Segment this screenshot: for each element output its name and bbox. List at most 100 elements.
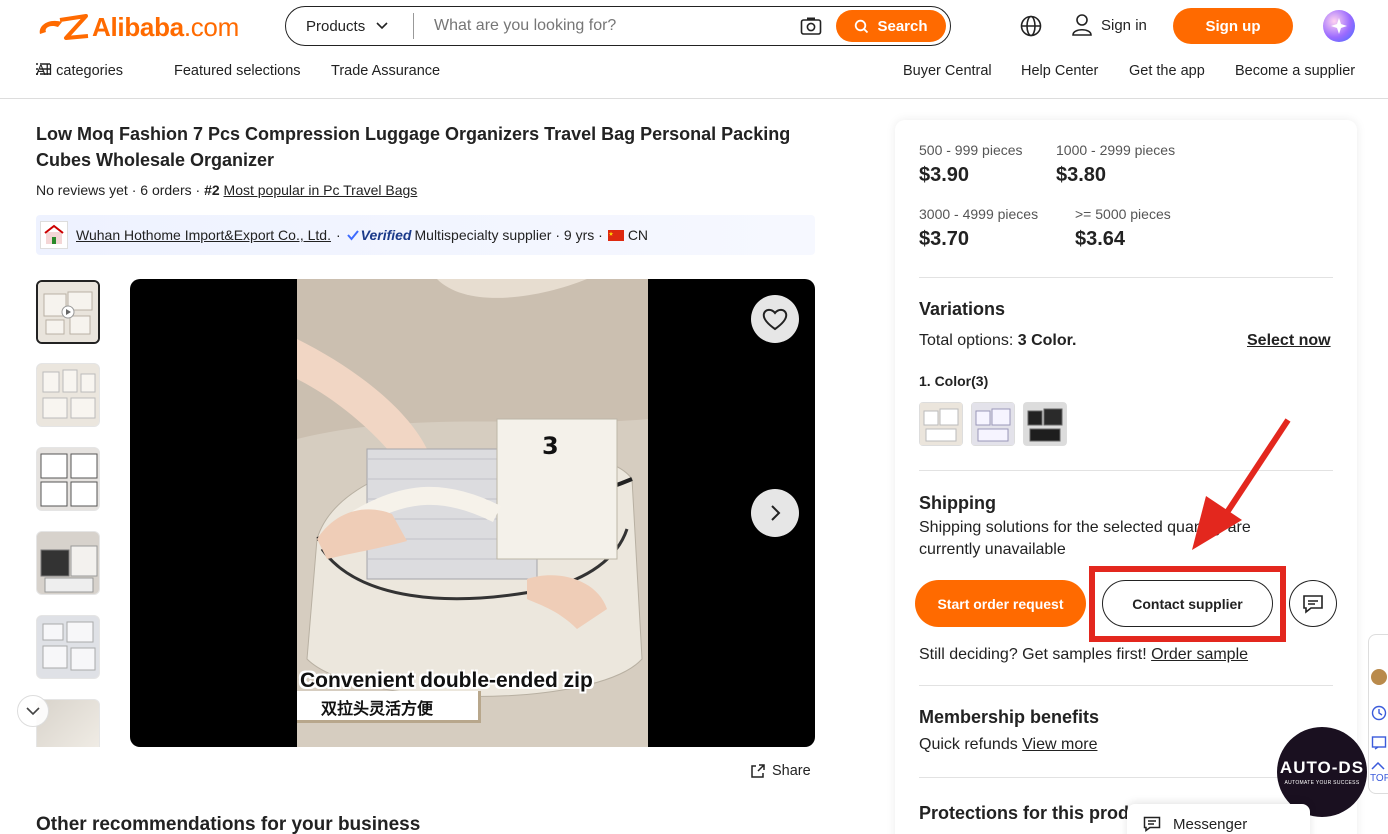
nav-become-supplier[interactable]: Become a supplier	[1235, 63, 1355, 79]
search-input[interactable]	[434, 11, 800, 41]
chevron-up-icon	[1371, 761, 1385, 770]
message-icon	[1143, 816, 1161, 832]
globe-icon[interactable]	[1019, 14, 1043, 38]
sub-navigation: All categories Featured selections Trade…	[0, 63, 1388, 83]
variations-heading: Variations	[919, 299, 1006, 319]
media-viewer[interactable]: 3 Convenient double-ended zip 双拉头灵活方便	[130, 279, 815, 747]
search-bar: Products Search	[285, 6, 951, 46]
heart-icon	[762, 308, 788, 331]
price-tier: >= 5000 pieces $3.64	[1075, 206, 1171, 251]
price-tier-range: 3000 - 4999 pieces	[919, 206, 1039, 222]
svg-text:3: 3	[542, 432, 559, 460]
favorite-button[interactable]	[751, 295, 799, 343]
rank-badge: #2	[204, 182, 220, 198]
ai-assistant-icon[interactable]	[1323, 10, 1355, 42]
supplier-years: 9 yrs	[563, 227, 595, 243]
reviews-count: No reviews yet	[36, 182, 128, 198]
messenger-label: Messenger	[1173, 815, 1248, 833]
chat-button[interactable]	[1289, 580, 1337, 627]
shipping-heading: Shipping	[919, 493, 996, 513]
alibaba-logo-icon	[39, 14, 89, 40]
thumbnail-4[interactable]	[36, 531, 100, 595]
nav-get-the-app[interactable]: Get the app	[1129, 63, 1205, 79]
sign-in-label: Sign in	[1101, 16, 1147, 34]
history-icon[interactable]	[1371, 705, 1387, 721]
search-category-label: Products	[306, 17, 366, 35]
price-tier: 500 - 999 pieces $3.90	[919, 142, 1023, 187]
divider	[919, 777, 1333, 778]
share-icon	[751, 764, 765, 778]
china-flag-icon	[607, 229, 624, 241]
avatar[interactable]	[1371, 669, 1387, 685]
select-now-link[interactable]: Select now	[1247, 332, 1331, 350]
chat-icon	[1303, 594, 1323, 614]
annotation-highlight-box	[1089, 566, 1286, 642]
view-more-link[interactable]: View more	[1022, 736, 1097, 753]
side-toolbar: TOP	[1368, 634, 1388, 794]
chevron-down-icon	[26, 707, 40, 716]
color-swatch-3[interactable]	[1023, 402, 1067, 446]
price-tier: 3000 - 4999 pieces $3.70	[919, 206, 1038, 251]
nav-featured-selections[interactable]: Featured selections	[174, 63, 301, 79]
thumbnail-strip	[36, 280, 100, 747]
next-media-button[interactable]	[751, 489, 799, 537]
start-order-request-button[interactable]: Start order request	[915, 580, 1086, 627]
share-button[interactable]: Share	[750, 763, 811, 779]
sign-up-button[interactable]: Sign up	[1173, 8, 1293, 44]
product-title: Low Moq Fashion 7 Pcs Compression Luggag…	[36, 124, 791, 170]
all-categories-menu[interactable]: All categories	[36, 63, 123, 79]
alibaba-logo[interactable]: Alibaba.com	[36, 11, 239, 43]
search-icon	[855, 19, 869, 33]
price-tier-price: $3.70	[919, 228, 970, 250]
price-tier-price: $3.64	[1075, 228, 1126, 250]
nav-trade-assurance[interactable]: Trade Assurance	[331, 63, 440, 79]
sign-in-link[interactable]: Sign in	[1071, 13, 1147, 37]
header-divider	[0, 98, 1388, 99]
price-tier-range: 1000 - 2999 pieces	[1056, 142, 1176, 158]
share-label: Share	[772, 763, 811, 779]
search-button[interactable]: Search	[836, 10, 946, 42]
order-sample-link[interactable]: Order sample	[1151, 646, 1248, 663]
price-tier-range: 500 - 999 pieces	[919, 142, 1023, 158]
verified-check-icon	[346, 230, 359, 241]
autods-logo-text: AUTO-DS	[1279, 758, 1365, 777]
supplier-bar: Wuhan Hothome Import&Export Co., Ltd. · …	[36, 215, 815, 255]
search-category-dropdown[interactable]: Products	[286, 13, 414, 39]
price-tier: 1000 - 2999 pieces $3.80	[1056, 142, 1175, 187]
supplier-type: Multispecialty supplier	[414, 227, 552, 243]
divider	[919, 277, 1333, 278]
thumbnail-3[interactable]	[36, 447, 100, 511]
membership-text: Quick refunds View more	[919, 736, 1098, 753]
supplier-name-link[interactable]: Wuhan Hothome Import&Export Co., Ltd.	[76, 227, 331, 243]
thumbnails-scroll-down-button[interactable]	[17, 695, 49, 727]
autods-tagline: AUTOMATE YOUR SUCCESS	[1284, 780, 1360, 786]
video-caption-chinese: 双拉头灵活方便	[297, 691, 481, 723]
color-swatch-2[interactable]	[971, 402, 1015, 446]
color-label: 1. Color(3)	[919, 373, 989, 389]
rank-category-link[interactable]: Most popular in Pc Travel Bags	[224, 182, 418, 198]
messenger-widget[interactable]: Messenger	[1127, 804, 1310, 834]
back-to-top-button[interactable]: TOP	[1370, 761, 1388, 784]
nav-help-center[interactable]: Help Center	[1021, 63, 1098, 79]
variations-total: Total options: 3 Color.	[919, 332, 1077, 349]
membership-heading: Membership benefits	[919, 707, 1100, 727]
divider	[919, 685, 1333, 686]
search-button-label: Search	[877, 17, 928, 35]
price-tier-price: $3.80	[1056, 164, 1107, 186]
variations-total-value: 3 Color.	[1017, 332, 1077, 349]
thumbnail-video[interactable]	[36, 280, 100, 344]
samples-prompt: Still deciding? Get samples first! Order…	[919, 646, 1249, 663]
protections-heading: Protections for this product	[919, 803, 1157, 823]
color-swatch-1[interactable]	[919, 402, 963, 446]
video-caption-english: Convenient double-ended zip	[300, 669, 593, 692]
feedback-icon[interactable]	[1371, 735, 1387, 751]
price-tier-range: >= 5000 pieces	[1075, 206, 1171, 222]
annotation-arrow	[1192, 418, 1291, 550]
nav-buyer-central[interactable]: Buyer Central	[903, 63, 992, 79]
thumbnail-2[interactable]	[36, 363, 100, 427]
camera-icon[interactable]	[800, 15, 822, 37]
supplier-logo[interactable]	[40, 221, 68, 249]
thumbnail-5[interactable]	[36, 615, 100, 679]
product-meta: No reviews yet · 6 orders · #2 Most popu…	[36, 182, 418, 198]
orders-count: 6 orders	[140, 182, 192, 198]
